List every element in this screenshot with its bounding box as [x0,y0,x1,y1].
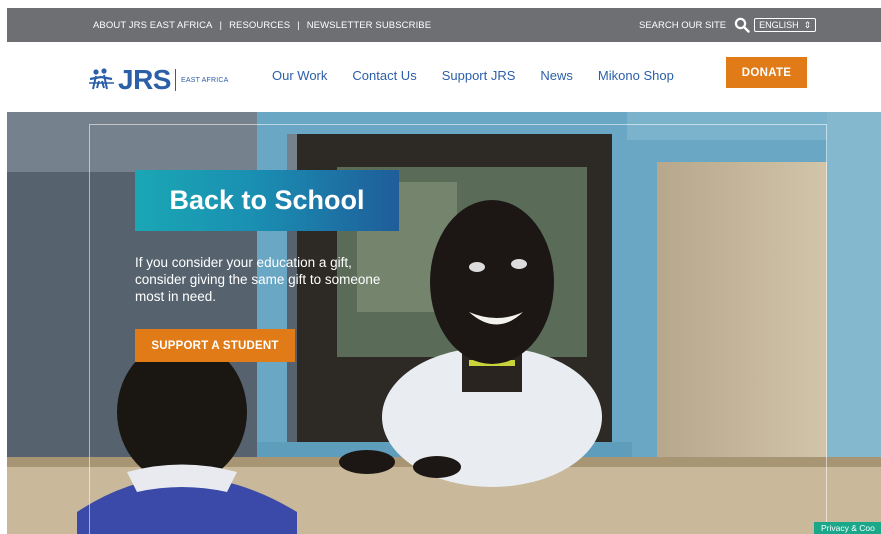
main-nav: Our Work Contact Us Support JRS News Mik… [272,68,699,83]
select-arrows-icon: ⇕ [803,19,812,30]
language-value: ENGLISH [759,20,799,30]
logo-wordmark: JRS [118,64,171,95]
link-separator: | [297,19,300,31]
main-header: JRS EAST AFRICA Our Work Contact Us Supp… [7,42,881,112]
hero-tagline: If you consider your education a gift, c… [135,255,381,304]
nav-support-jrs[interactable]: Support JRS [442,68,516,83]
search-icon[interactable] [734,17,750,33]
donate-button[interactable]: DONATE [726,57,807,88]
nav-our-work[interactable]: Our Work [272,68,327,83]
hero-headline: Back to School [135,170,399,231]
link-about[interactable]: ABOUT JRS EAST AFRICA [93,20,212,31]
utility-links: ABOUT JRS EAST AFRICA | RESOURCES | NEWS… [93,8,431,42]
jrs-people-icon [89,68,114,90]
nav-contact-us[interactable]: Contact Us [352,68,416,83]
site-logo[interactable]: JRS EAST AFRICA [87,64,229,96]
support-student-button[interactable]: SUPPORT A STUDENT [135,329,295,362]
logo-divider [174,69,176,91]
privacy-cookie-badge[interactable]: Privacy & Coo [814,522,881,534]
link-separator: | [219,19,223,31]
nav-news[interactable]: News [540,68,573,83]
top-utility-bar: ABOUT JRS EAST AFRICA | RESOURCES | NEWS… [7,8,881,42]
hero-banner: Back to School If you consider your educ… [7,112,881,534]
language-select[interactable]: ENGLISH ⇕ [754,18,817,32]
search-label: SEARCH OUR SITE [639,19,727,31]
logo-region: EAST AFRICA [180,76,229,84]
link-resources[interactable]: RESOURCES [229,20,290,31]
link-newsletter[interactable]: NEWSLETTER SUBSCRIBE [307,20,431,31]
site-search: SEARCH OUR SITE ENGLISH ⇕ [639,8,817,42]
nav-mikono-shop[interactable]: Mikono Shop [598,68,674,83]
